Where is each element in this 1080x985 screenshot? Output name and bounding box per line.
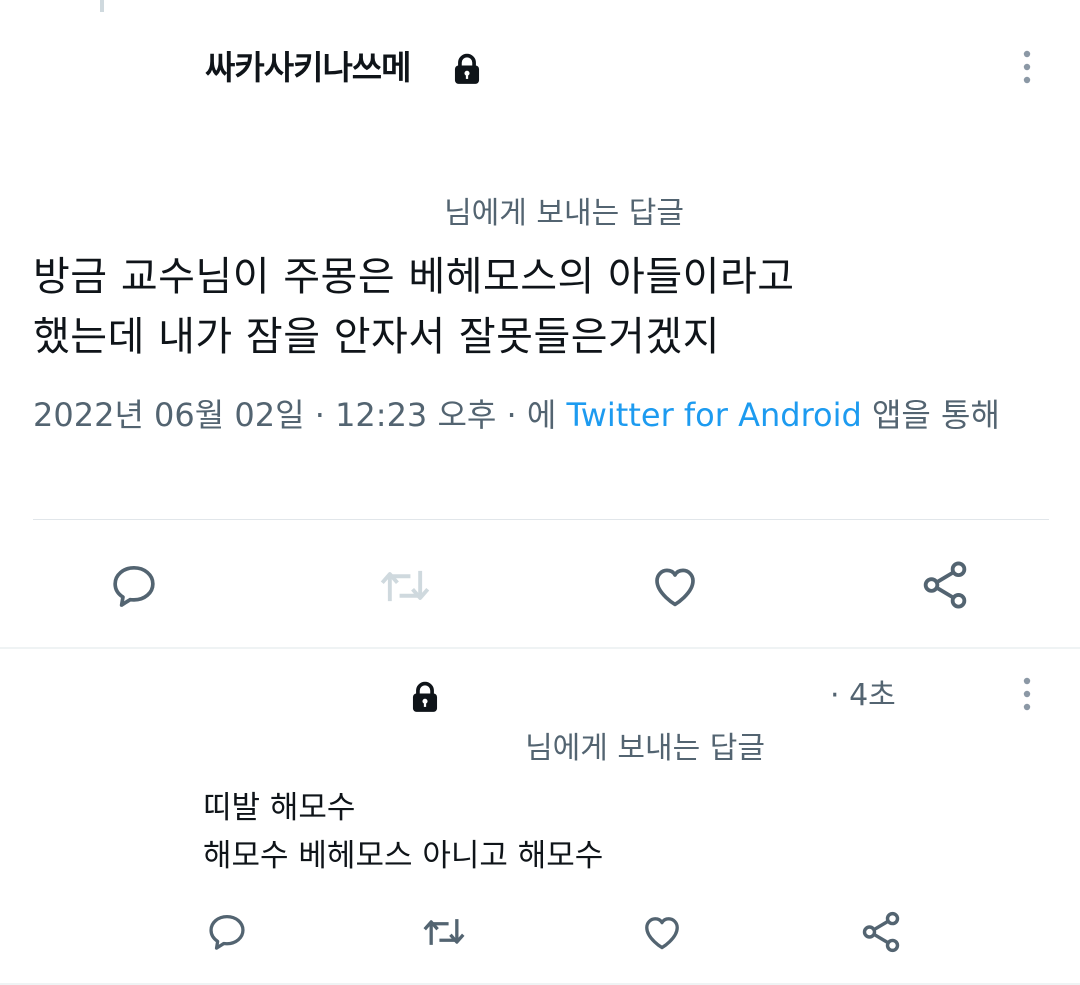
author-name[interactable]: 싸카사키나쓰메 [205, 46, 412, 90]
replying-to-label: 님에게 보내는 답글 [444, 196, 684, 231]
like-icon [649, 560, 701, 612]
main-tweet-header: 싸카사키나쓰메 [0, 0, 1080, 140]
meta-separator: · [314, 396, 325, 434]
meta-separator: · [506, 396, 517, 434]
reply-text-line: 띠발 해모수 [203, 790, 356, 826]
reply-button[interactable] [205, 910, 249, 954]
retweet-icon [376, 560, 434, 612]
reply-button[interactable] [108, 560, 160, 612]
share-icon [918, 558, 972, 612]
like-button[interactable] [649, 560, 701, 612]
reply-text-line: 해모수 베헤모스 아니고 해모수 [203, 838, 604, 874]
via-suffix: 앱을 통해 [871, 396, 1000, 434]
lock-icon [408, 680, 442, 714]
reply-icon [205, 910, 249, 954]
tweet-time[interactable]: 12:23 오후 [335, 396, 496, 434]
tweet-separator [0, 647, 1080, 649]
reply-tweet-text: 띠발 해모수 해모수 베헤모스 아니고 해모수 [203, 784, 1023, 880]
client-link[interactable]: Twitter for Android [566, 396, 861, 434]
tweet-text: 방금 교수님이 주몽은 베헤모스의 아들이라고 했는데 내가 잠을 안자서 잘못… [33, 247, 1043, 367]
divider [33, 519, 1049, 520]
lock-icon [450, 52, 484, 86]
retweet-button[interactable] [376, 560, 434, 612]
tweet-text-line: 방금 교수님이 주몽은 베헤모스의 아들이라고 [33, 254, 795, 300]
like-button[interactable] [640, 910, 684, 954]
share-button[interactable] [858, 909, 904, 955]
tweet-date[interactable]: 2022년 06월 02일 [33, 396, 305, 434]
retweet-icon [419, 910, 469, 954]
replying-to-label: 님에게 보내는 답글 [525, 731, 765, 766]
reply-timestamp[interactable]: · 4초 [830, 676, 896, 716]
reply-icon [108, 560, 160, 612]
retweet-button[interactable] [419, 910, 469, 954]
more-vertical-icon[interactable] [1012, 46, 1042, 90]
share-button[interactable] [918, 558, 972, 612]
tweet-text-line: 했는데 내가 잠을 안자서 잘못들은거겠지 [33, 314, 720, 360]
like-icon [640, 910, 684, 954]
share-icon [858, 909, 904, 955]
more-vertical-icon[interactable] [1012, 673, 1042, 717]
tweet-metadata: 2022년 06월 02일 · 12:23 오후 · 에 Twitter for… [33, 390, 1043, 440]
via-prefix: 에 [526, 396, 557, 434]
